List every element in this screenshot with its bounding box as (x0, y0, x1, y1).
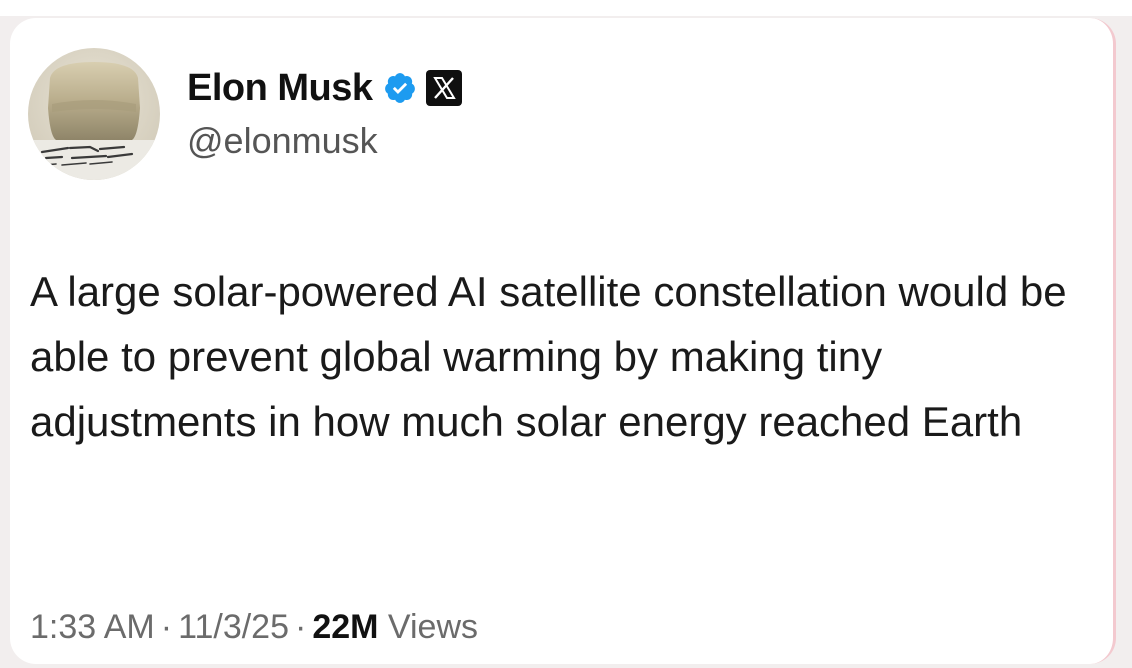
avatar-photo (28, 48, 160, 180)
tweet-card[interactable]: Elon Musk @elonmusk A large solar-powere… (10, 18, 1116, 664)
handle[interactable]: @elonmusk (187, 120, 463, 162)
views-label: Views (387, 608, 479, 646)
views-count: 22M (312, 608, 379, 646)
verified-badge-icon (383, 71, 417, 105)
display-name[interactable]: Elon Musk (187, 67, 373, 110)
tweet-date[interactable]: 11/3/25 (178, 608, 289, 646)
author-block: Elon Musk @elonmusk (187, 66, 463, 162)
tweet-time[interactable]: 1:33 AM (30, 608, 155, 646)
name-row: Elon Musk (187, 66, 463, 110)
meta-separator: · (295, 608, 307, 646)
x-logo-icon[interactable] (425, 69, 463, 107)
top-strip (0, 0, 1132, 16)
avatar[interactable] (28, 48, 160, 180)
tweet-text: A large solar-powered AI satellite const… (30, 268, 1067, 445)
meta-separator: · (160, 608, 173, 646)
tweet-meta: 1:33 AM · 11/3/25 · 22M Views (30, 608, 478, 647)
